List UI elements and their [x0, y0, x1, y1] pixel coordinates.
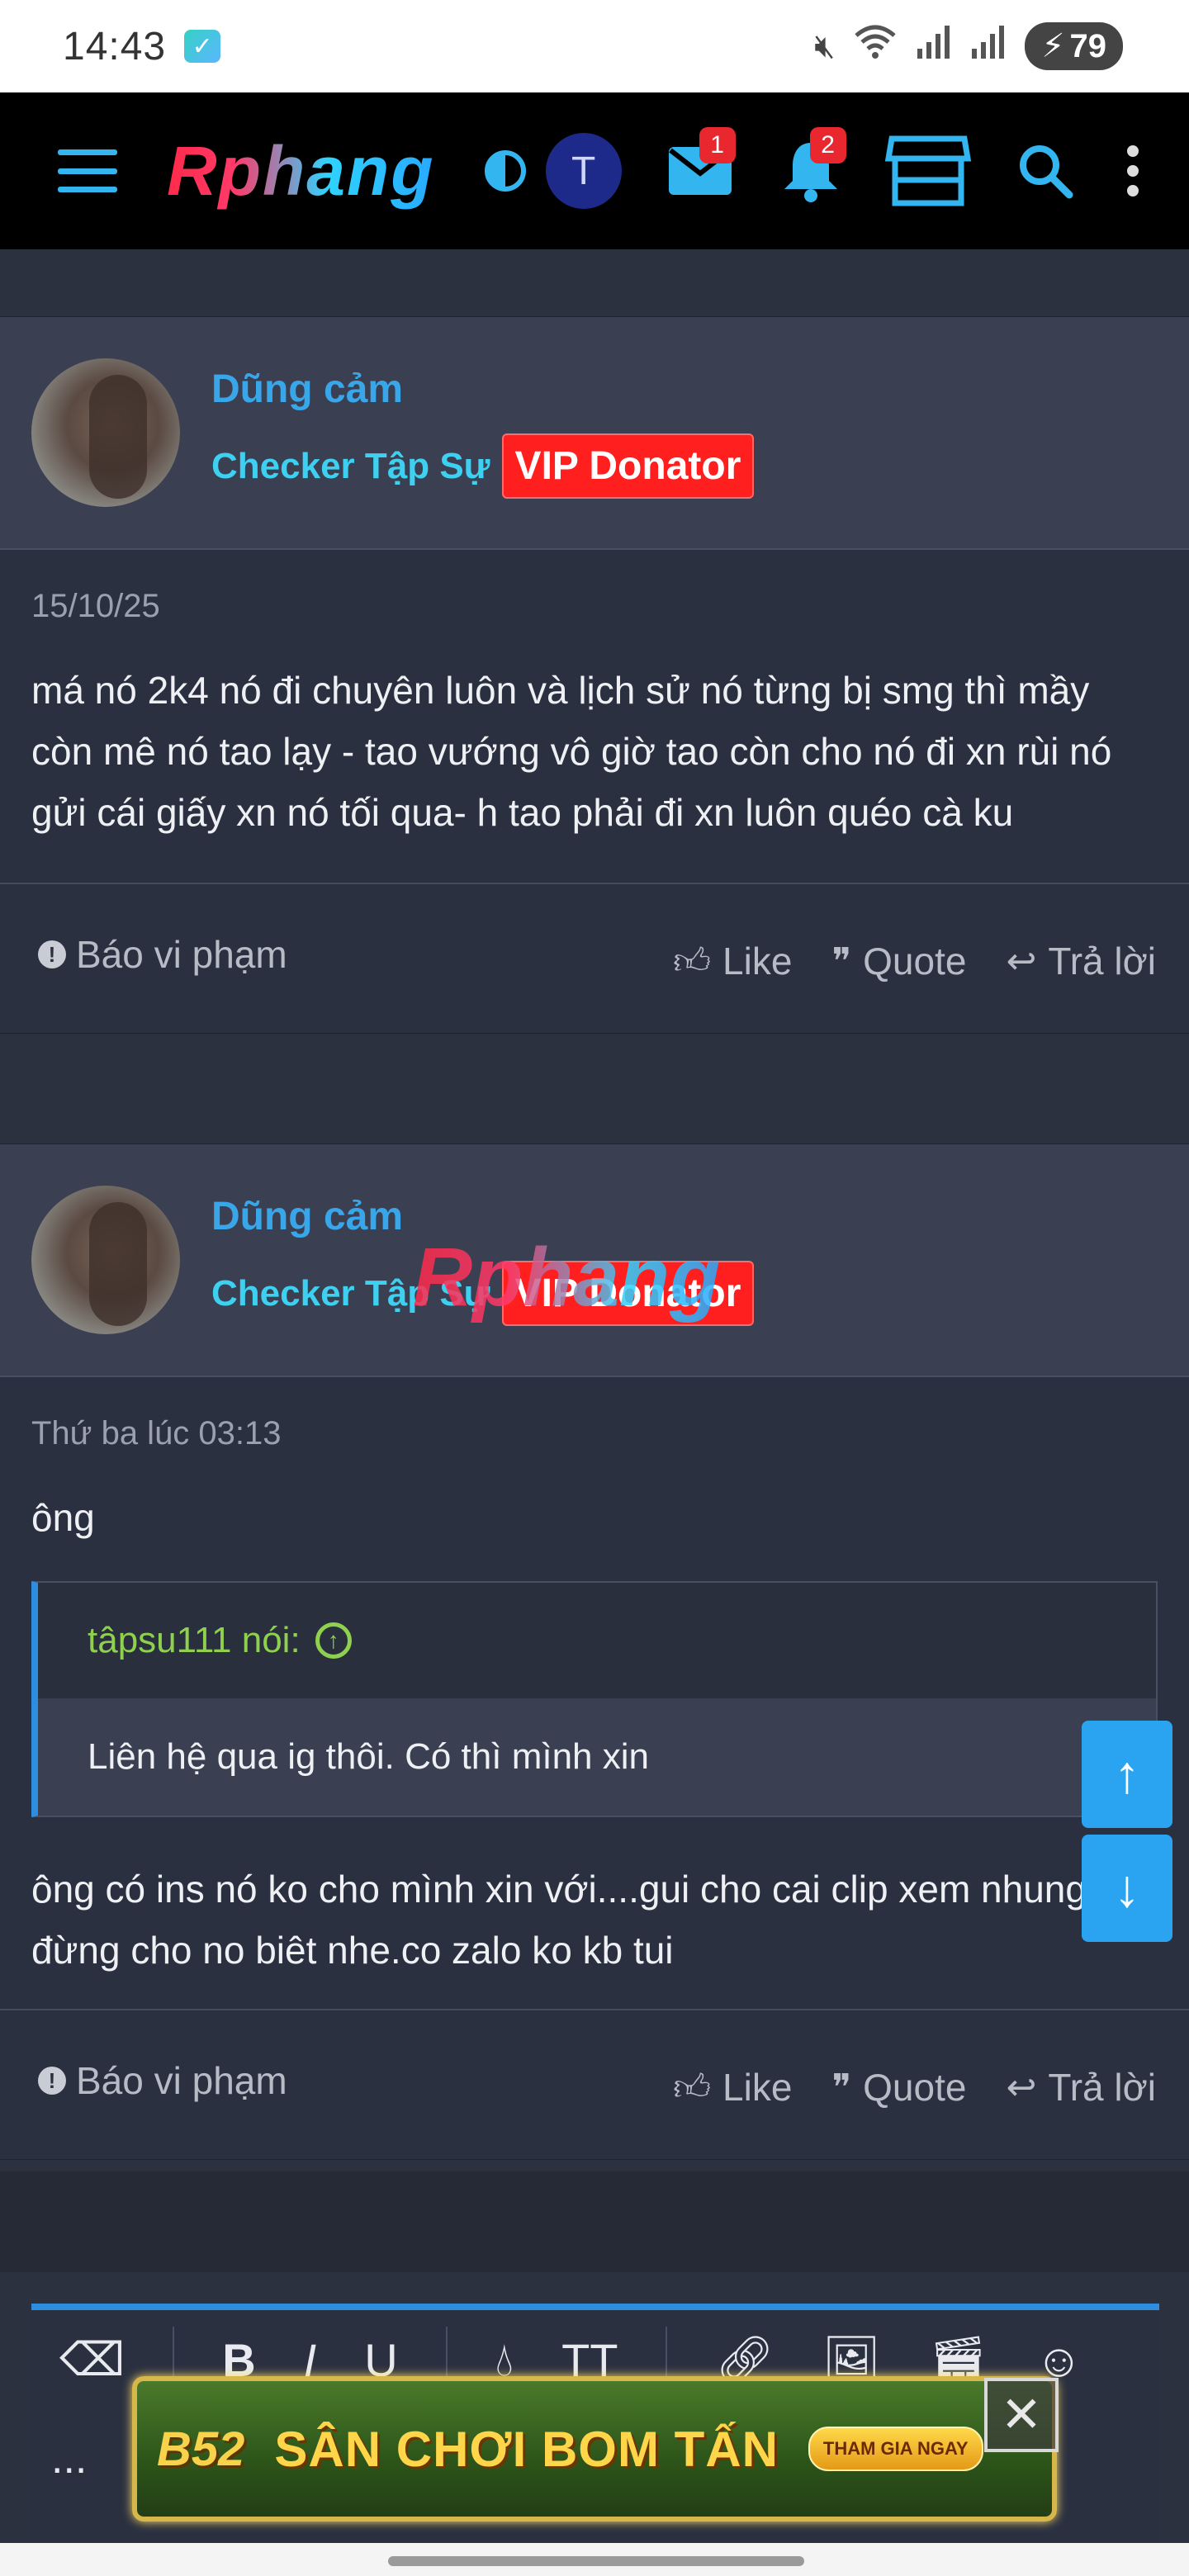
post-text: má nó 2k4 nó đi chuyên luôn và lịch sử n… [31, 669, 1112, 834]
status-left: 14:43 ✓ [63, 24, 221, 69]
user-title: Checker Tập Sự [211, 1272, 490, 1314]
battery-icon: ⚡ [1041, 28, 1065, 64]
report-label: Báo vi phạm [76, 933, 287, 976]
avatar[interactable] [31, 358, 180, 507]
arrow-up-icon: ↑ [1114, 1745, 1140, 1804]
arrow-down-icon: ↓ [1114, 1859, 1140, 1918]
ad-title: SÂN CHƠI BOM TẤN [274, 2421, 779, 2477]
eraser-icon[interactable]: ⌫ [59, 2332, 125, 2387]
reply-label: Trả lời [1048, 940, 1156, 983]
post-header: Dũng cảm Checker Tập Sự VIP Donator [0, 317, 1189, 550]
mail-icon[interactable]: 1 [663, 127, 737, 208]
report-button[interactable]: ! Báo vi phạm [38, 2058, 287, 2103]
quote-header[interactable]: tâpsu111 nói: ↑ [38, 1583, 1156, 1698]
signal-icon [916, 24, 952, 69]
status-time: 14:43 [63, 24, 167, 69]
notification-badge: 2 [809, 127, 846, 163]
arrow-up-circle-icon[interactable]: ↑ [315, 1622, 352, 1659]
ad-banner[interactable]: B52 SÂN CHƠI BOM TẤN THAM GIA NGAY [132, 2376, 1057, 2522]
post-footer: ! Báo vi phạm 👍︎ Like ❞ Quote ↩ Trả lời [0, 883, 1189, 1033]
battery-indicator: ⚡ 79 [1025, 22, 1123, 70]
post-date[interactable]: 15/10/25 [31, 588, 1158, 625]
store-icon[interactable] [884, 134, 972, 208]
section-divider [0, 2171, 1189, 2272]
notification-app-icon: ✓ [184, 30, 221, 63]
signal-icon-2 [970, 24, 1007, 69]
alert-icon: ! [38, 940, 66, 968]
menu-icon[interactable] [58, 149, 117, 192]
reply-icon: ↩ [1006, 940, 1037, 982]
mail-badge: 1 [699, 127, 736, 163]
more-options-button[interactable]: ... [51, 2434, 87, 2484]
wifi-icon [853, 24, 898, 69]
alert-icon: ! [38, 2067, 66, 2095]
post-actions: 👍︎ Like ❞ Quote ↩ Trả lời [673, 939, 1156, 983]
report-label: Báo vi phạm [76, 2059, 287, 2102]
top-navbar: Rphang T 1 2 [0, 92, 1189, 249]
quote-label: Quote [863, 2066, 967, 2109]
report-button[interactable]: ! Báo vi phạm [38, 932, 287, 977]
ad-logo: B52 [157, 2422, 245, 2476]
quote-button[interactable]: ❞ Quote [831, 2065, 966, 2110]
post-text: ông có ins nó ko cho mình xin với....gui… [31, 1868, 1087, 1972]
reply-icon: ↩ [1006, 2067, 1037, 2108]
quote-content: Liên hệ qua ig thôi. Có thì mình xin [38, 1698, 1156, 1816]
avatar[interactable] [31, 1186, 180, 1334]
post-date[interactable]: Thứ ba lúc 03:13 [31, 1415, 1158, 1452]
thumbs-up-icon: 👍︎ [673, 2067, 712, 2108]
user-avatar[interactable]: T [545, 133, 622, 209]
status-bar: 14:43 ✓ 🔇︎ ⚡ 79 [0, 0, 1189, 92]
like-button[interactable]: 👍︎ Like [673, 939, 792, 983]
post-2: Dũng cảm Checker Tập Sự VIP Donator Thứ … [0, 1144, 1189, 2159]
vip-badge: VIP Donator [501, 433, 755, 499]
like-label: Like [722, 2066, 793, 2109]
like-label: Like [722, 940, 793, 983]
scroll-bottom-button[interactable]: ↓ [1082, 1835, 1172, 1942]
home-indicator[interactable] [388, 2556, 804, 2566]
quote-label: Quote [863, 940, 967, 983]
post-1: Dũng cảm Checker Tập Sự VIP Donator 15/1… [0, 317, 1189, 1033]
user-block: Dũng cảm Checker Tập Sự VIP Donator [211, 1194, 755, 1326]
bell-icon[interactable]: 2 [774, 127, 848, 208]
post-text-intro: ông [31, 1496, 95, 1539]
mute-icon: 🔇︎ [814, 27, 836, 64]
user-title: Checker Tập Sự [211, 445, 490, 486]
quote-icon: ❞ [831, 940, 852, 982]
reply-button[interactable]: ↩ Trả lời [1006, 2065, 1156, 2110]
status-right: 🔇︎ ⚡ 79 [814, 22, 1123, 70]
post-body: Thứ ba lúc 03:13 ông tâpsu111 nói: ↑ Liê… [0, 1377, 1189, 1981]
search-icon[interactable] [1008, 134, 1082, 208]
reply-label: Trả lời [1048, 2066, 1156, 2109]
username[interactable]: Dũng cảm [211, 1194, 754, 1239]
ad-cta-button[interactable]: THAM GIA NGAY [808, 2427, 983, 2471]
quote-block: tâpsu111 nói: ↑ Liên hệ qua ig thôi. Có … [31, 1581, 1158, 1817]
quote-icon: ❞ [831, 2067, 852, 2108]
site-logo[interactable]: Rphang [167, 131, 435, 211]
username[interactable]: Dũng cảm [211, 367, 754, 412]
quote-button[interactable]: ❞ Quote [831, 939, 966, 983]
scroll-top-button[interactable]: ↑ [1082, 1721, 1172, 1828]
battery-level: 79 [1069, 27, 1107, 64]
user-title-row: Checker Tập Sự VIP Donator [211, 1261, 755, 1326]
contrast-icon[interactable] [484, 150, 526, 192]
more-vertical-icon[interactable] [1126, 145, 1139, 197]
quote-author: tâpsu111 nói: [88, 1620, 301, 1660]
user-block: Dũng cảm Checker Tập Sự VIP Donator [211, 367, 755, 499]
vip-badge: VIP Donator [501, 1261, 755, 1326]
reply-button[interactable]: ↩ Trả lời [1006, 939, 1156, 983]
post-actions: 👍︎ Like ❞ Quote ↩ Trả lời [673, 2065, 1156, 2110]
thumbs-up-icon: 👍︎ [673, 940, 712, 982]
post-footer: ! Báo vi phạm 👍︎ Like ❞ Quote ↩ Trả lời [0, 2009, 1189, 2159]
like-button[interactable]: 👍︎ Like [673, 2065, 792, 2110]
close-icon[interactable]: ✕ [984, 2378, 1059, 2452]
post-body: 15/10/25 má nó 2k4 nó đi chuyên luôn và … [0, 550, 1189, 843]
post-header: Dũng cảm Checker Tập Sự VIP Donator [0, 1144, 1189, 1377]
user-title-row: Checker Tập Sự VIP Donator [211, 433, 755, 499]
